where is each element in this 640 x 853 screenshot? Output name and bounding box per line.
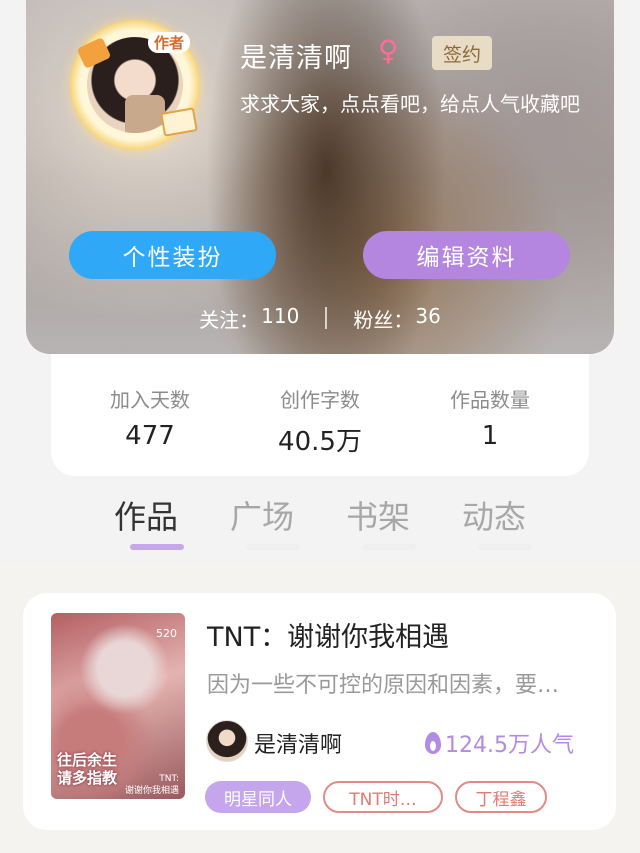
- tab-label: 书架: [345, 498, 410, 536]
- cover-subtitle-line: TNT:: [159, 774, 179, 784]
- author-name: 是清清啊: [254, 733, 343, 758]
- avatar[interactable]: 作者: [70, 20, 200, 150]
- popularity-value: 124.5万人气: [445, 733, 574, 758]
- author-badge: 作者: [148, 32, 191, 53]
- personal-dress-button[interactable]: 个性装扮: [69, 231, 276, 279]
- tab-works[interactable]: 作品: [96, 492, 196, 554]
- book-title[interactable]: TNT：谢谢你我相遇: [207, 615, 449, 654]
- following-label: 关注：: [199, 307, 260, 332]
- tag-item[interactable]: TNT时…: [323, 781, 443, 813]
- stat-label: 作品数量: [450, 388, 530, 412]
- tab-indicator: [478, 544, 532, 550]
- tab-label: 作品: [113, 498, 178, 536]
- cover-subtitle: TNT: 谢谢你我相遇: [125, 773, 179, 797]
- stat-value: 40.5万: [278, 427, 362, 457]
- popularity: 124.5万人气: [425, 727, 574, 759]
- cover-title-line: 往后余生: [57, 751, 118, 769]
- tab-indicator: [362, 544, 416, 550]
- following-value: 110: [261, 303, 300, 328]
- tab-label: 广场: [229, 498, 294, 536]
- stat-word-count: 创作字数 40.5万: [250, 384, 390, 458]
- edit-profile-button[interactable]: 编辑资料: [363, 231, 570, 279]
- stat-work-count: 作品数量 1: [420, 384, 560, 451]
- stat-join-days: 加入天数 477: [80, 384, 220, 451]
- author-avatar: [206, 720, 248, 762]
- tab-indicator: [130, 544, 184, 550]
- fans-value: 36: [415, 303, 441, 328]
- fire-icon: [425, 732, 441, 754]
- stat-value: 477: [125, 421, 175, 451]
- work-card[interactable]: 520 往后余生 请多指教 TNT: 谢谢你我相遇 TNT：谢谢你我相遇 因为一…: [23, 593, 616, 830]
- book-description: 因为一些不可控的原因和因素，要…: [207, 673, 560, 698]
- stats-card: 加入天数 477 创作字数 40.5万 作品数量 1: [51, 354, 589, 476]
- follow-stats: 关注： 110 粉丝： 36: [26, 302, 614, 334]
- tab-activity[interactable]: 动态: [444, 492, 544, 554]
- stat-value: 1: [481, 421, 499, 451]
- stat-label: 创作字数: [280, 388, 360, 412]
- stat-label: 加入天数: [110, 388, 190, 412]
- fans-count[interactable]: 粉丝： 36: [353, 304, 440, 333]
- book-icon: [160, 107, 198, 137]
- tab-bookshelf[interactable]: 书架: [328, 492, 428, 554]
- tag-item[interactable]: 丁程鑫: [455, 781, 547, 813]
- tab-square[interactable]: 广场: [212, 492, 312, 554]
- tab-label: 动态: [461, 498, 526, 536]
- signed-badge: 签约: [432, 36, 492, 70]
- tab-indicator: [246, 544, 300, 550]
- cover-title-line: 请多指教: [57, 769, 118, 787]
- cover-subtitle-line: 谢谢你我相遇: [124, 786, 179, 796]
- fans-label: 粉丝：: [353, 307, 414, 332]
- username: 是清清啊: [240, 43, 352, 74]
- female-icon: ♀: [378, 34, 399, 67]
- tag-category[interactable]: 明星同人: [205, 781, 311, 813]
- book-cover[interactable]: 520 往后余生 请多指教 TNT: 谢谢你我相遇: [51, 613, 185, 799]
- following-count[interactable]: 关注： 110: [199, 304, 299, 333]
- cover-title: 往后余生 请多指教: [57, 751, 117, 787]
- profile-header: 作者 是清清啊 ♀ 签约 求求大家，点点看吧，给点人气收藏吧 个性装扮 编辑资料…: [26, 0, 614, 354]
- divider: [325, 307, 328, 329]
- tag-list: 明星同人 TNT时… 丁程鑫: [205, 781, 547, 813]
- bio-text: 求求大家，点点看吧，给点人气收藏吧: [240, 92, 580, 116]
- tab-bar: 作品 广场 书架 动态: [96, 492, 544, 554]
- cover-number: 520: [156, 627, 177, 640]
